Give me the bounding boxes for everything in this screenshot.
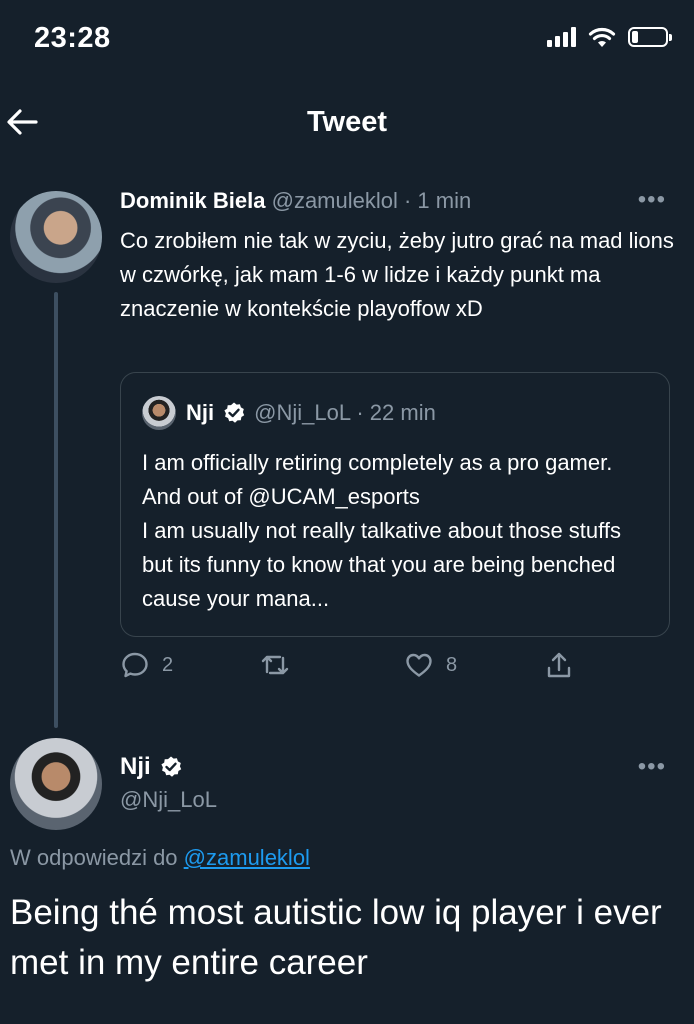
status-icons — [547, 26, 672, 48]
tweet-actions: 2 8 — [120, 650, 600, 690]
reply-icon — [122, 652, 148, 678]
quoted-author-row: Nji @Nji_LoL · 22 min — [186, 400, 436, 426]
signal-icon — [547, 27, 576, 47]
reply-author-row: Nji — [120, 753, 183, 781]
reply-count: 2 — [162, 653, 174, 676]
quoted-avatar — [142, 396, 176, 430]
quoted-author-handle-time: @Nji_LoL · 22 min — [254, 400, 436, 425]
reply-context-prefix: W odpowiedzi do — [10, 845, 178, 870]
reply-context: W odpowiedzi do @zamuleklol — [10, 845, 310, 871]
reply-more-options-icon[interactable]: ••• — [638, 753, 666, 781]
like-action[interactable]: 8 — [404, 650, 457, 680]
like-count: 8 — [446, 653, 458, 676]
more-options-icon[interactable]: ••• — [638, 186, 666, 214]
tweet-text: Co zrobiłem nie tak w zyciu, żeby jutro … — [120, 228, 674, 321]
quoted-author-name: Nji — [186, 400, 215, 425]
quoted-tweet-text: I am officially retiring completely as a… — [142, 450, 621, 611]
verified-icon — [224, 402, 245, 423]
reply-author-name[interactable]: Nji — [120, 753, 151, 781]
author-handle-time: @zamuleklol · 1 min — [271, 188, 472, 213]
wifi-icon — [588, 27, 616, 47]
heart-icon — [406, 653, 432, 677]
thread-connector — [54, 292, 58, 728]
reply-avatar[interactable] — [10, 738, 102, 830]
status-time: 23:28 — [34, 22, 111, 54]
retweet-icon — [261, 655, 289, 675]
share-action[interactable] — [544, 650, 574, 680]
reply-target-link[interactable]: @zamuleklol — [184, 845, 310, 870]
battery-icon — [628, 27, 672, 47]
tweet-author-row: Dominik Biela @zamuleklol · 1 min — [120, 188, 471, 214]
share-icon — [547, 652, 571, 678]
avatar[interactable] — [10, 191, 102, 283]
page-title: Tweet — [306, 106, 388, 138]
reply-text: Being thé most autistic low iq player i … — [10, 893, 662, 982]
reply-action[interactable]: 2 — [120, 650, 173, 680]
retweet-action[interactable] — [260, 650, 290, 680]
reply-author-handle: @Nji_LoL — [120, 787, 217, 812]
verified-icon — [161, 756, 181, 777]
author-name[interactable]: Dominik Biela — [120, 188, 265, 213]
